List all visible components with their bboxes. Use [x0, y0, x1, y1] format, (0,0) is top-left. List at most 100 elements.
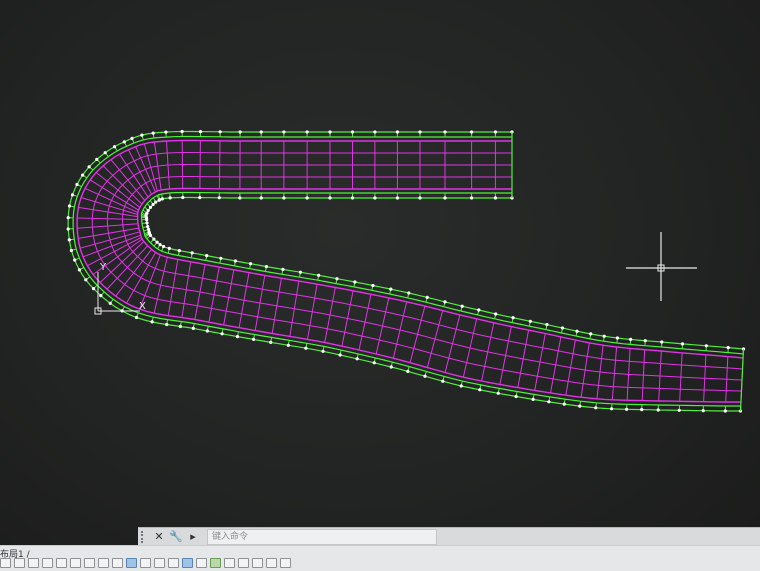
wrench-icon[interactable]: 🔧: [169, 530, 183, 544]
edge-node: [335, 277, 338, 280]
edge-node: [236, 335, 239, 338]
edge-node: [353, 280, 356, 283]
command-line[interactable]: ✕ 🔧 ▸ 键入命令: [138, 527, 760, 546]
edge-node: [407, 291, 410, 294]
ducs-icon[interactable]: [84, 558, 95, 568]
grid-cross-line: [518, 330, 529, 388]
edge-node: [181, 196, 184, 199]
edge-node: [681, 342, 684, 345]
edge-node: [470, 130, 473, 133]
edge-node: [159, 243, 162, 246]
edge-node: [67, 216, 70, 219]
grid-icon[interactable]: [14, 558, 25, 568]
grid-cross-line: [535, 334, 546, 391]
model-icon[interactable]: [182, 558, 193, 568]
edge-node: [152, 132, 155, 135]
edge-node: [390, 365, 393, 368]
edge-node: [135, 316, 138, 319]
edge-node: [705, 344, 708, 347]
edge-node: [317, 274, 320, 277]
grid-cross-line: [427, 311, 442, 368]
grid-cross-line: [209, 267, 219, 322]
edge-node: [545, 323, 548, 326]
edge-node: [373, 196, 376, 199]
cad-drawing-canvas[interactable]: X Y: [0, 0, 760, 527]
polar-icon[interactable]: [42, 558, 53, 568]
otrack-icon[interactable]: [70, 558, 81, 568]
edge-node: [169, 196, 172, 199]
model-space-viewport[interactable]: X Y: [0, 0, 760, 570]
edge-node: [356, 357, 359, 360]
edge-node: [71, 193, 74, 196]
edge-node: [441, 380, 444, 383]
edge-node: [702, 409, 705, 412]
edge-node: [198, 196, 201, 199]
transparency-icon[interactable]: [126, 558, 137, 568]
edge-node: [78, 268, 81, 271]
edge-node: [179, 325, 182, 328]
edge-node: [68, 204, 71, 207]
edge-node: [191, 251, 194, 254]
grid-cross-line: [80, 232, 140, 248]
grid-cross-line: [500, 327, 511, 385]
edge-node: [660, 340, 663, 343]
ucs-y-label: Y: [99, 262, 107, 273]
edge-node: [477, 308, 480, 311]
edge-node: [321, 350, 324, 353]
grid-cross-line: [78, 228, 139, 238]
edge-node: [156, 241, 159, 244]
edge-node: [511, 316, 514, 319]
annotation-icon[interactable]: [196, 558, 207, 568]
osnap-icon[interactable]: [56, 558, 67, 568]
sc-icon[interactable]: [154, 558, 165, 568]
lineweight-icon[interactable]: [112, 558, 123, 568]
edge-node: [73, 258, 76, 261]
hardware-icon[interactable]: [252, 558, 263, 568]
edge-node: [657, 408, 660, 411]
workspace-icon[interactable]: [210, 558, 221, 568]
grid-cross-line: [182, 141, 183, 189]
edge-node: [109, 302, 112, 305]
recent-commands-icon[interactable]: ▸: [186, 530, 200, 544]
edge-node: [494, 312, 497, 315]
ortho-icon[interactable]: [28, 558, 39, 568]
command-input[interactable]: 键入命令: [207, 529, 437, 545]
edge-node: [594, 406, 597, 409]
am-icon[interactable]: [168, 558, 179, 568]
edge-node: [563, 403, 566, 406]
clean-icon[interactable]: [266, 558, 277, 568]
edge-node: [443, 130, 446, 133]
lock-icon[interactable]: [224, 558, 235, 568]
snap-icon[interactable]: [0, 558, 11, 568]
edge-node: [299, 271, 302, 274]
edge-node: [92, 287, 95, 290]
edge-node: [205, 254, 208, 257]
edge-node: [529, 320, 532, 323]
edge-node: [339, 353, 342, 356]
edge-node: [152, 238, 155, 241]
edge-node: [84, 278, 87, 281]
dyn-icon[interactable]: [98, 558, 109, 568]
edge-node: [644, 339, 647, 342]
isolate-icon[interactable]: [238, 558, 249, 568]
grid-cross-line: [482, 323, 494, 381]
command-line-grip[interactable]: [141, 531, 149, 543]
grid-rail: [123, 177, 743, 370]
crosshair-cursor[interactable]: [626, 232, 697, 301]
edge-node: [265, 265, 268, 268]
edge-node: [164, 131, 167, 134]
grid-cross-line: [551, 337, 561, 393]
edge-node: [351, 196, 354, 199]
edge-node: [113, 145, 116, 148]
grid-cross-line: [359, 294, 371, 350]
edge-node: [578, 405, 581, 408]
edge-node: [396, 196, 399, 199]
edge-node: [154, 201, 157, 204]
edge-node: [460, 384, 463, 387]
grid-cross-line: [463, 319, 476, 377]
edge-node: [423, 375, 426, 378]
edge-node: [145, 218, 148, 221]
close-icon[interactable]: ✕: [152, 530, 166, 544]
qp-icon[interactable]: [140, 558, 151, 568]
customize-icon[interactable]: [280, 558, 291, 568]
